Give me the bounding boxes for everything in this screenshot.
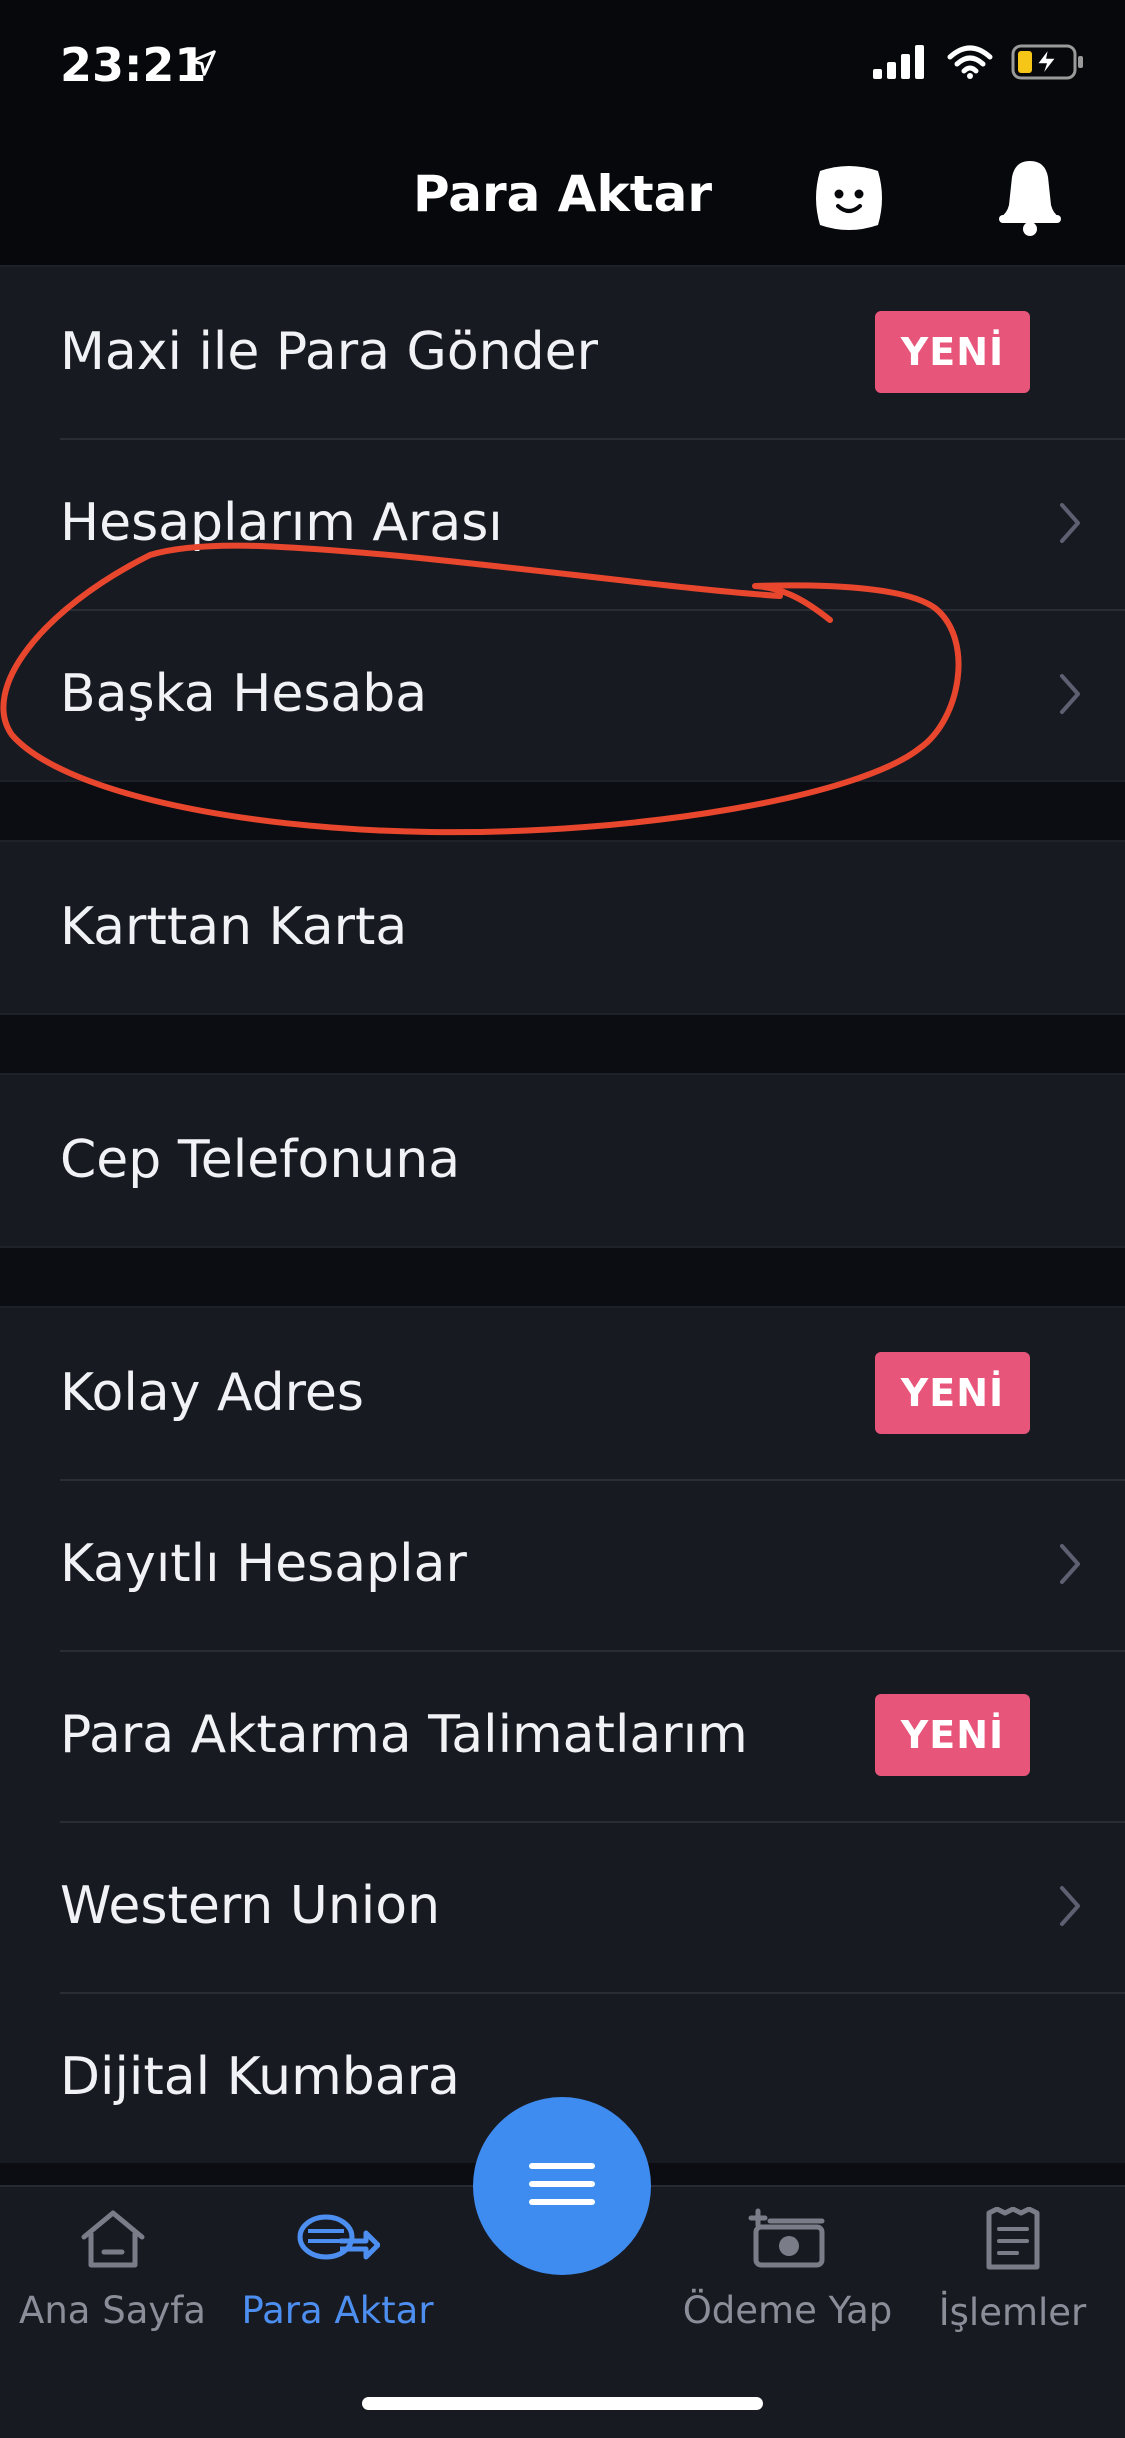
mascot-icon[interactable] <box>812 161 886 239</box>
home-icon <box>0 2207 225 2275</box>
list-item-transfer-orders[interactable]: Para Aktarma Talimatlarım YENİ <box>0 1650 1125 1821</box>
section-separator <box>0 1013 1125 1075</box>
nav-header: Para Aktar <box>0 135 1125 267</box>
status-time: 23:21 <box>60 38 207 92</box>
list-item-label: Kolay Adres <box>60 1363 364 1423</box>
transfer-icon <box>225 2207 450 2275</box>
home-indicator <box>362 2397 763 2410</box>
list-group: Karttan Karta <box>0 842 1125 1013</box>
wifi-icon <box>947 45 993 83</box>
location-arrow-icon <box>188 48 218 82</box>
page-title: Para Aktar <box>412 165 713 223</box>
tab-islemler[interactable]: İşlemler <box>900 2206 1125 2334</box>
status-bar: 23:21 <box>0 0 1125 135</box>
new-badge: YENİ <box>875 1694 1030 1776</box>
menu-icon <box>527 2159 597 2213</box>
tab-label: İşlemler <box>938 2291 1087 2334</box>
list-item-label: Maxi ile Para Gönder <box>60 322 599 382</box>
list-item-another-account[interactable]: Başka Hesaba <box>0 609 1125 780</box>
list-group: Maxi ile Para Gönder YENİ Hesaplarım Ara… <box>0 267 1125 780</box>
list-item-saved-accounts[interactable]: Kayıtlı Hesaplar <box>0 1479 1125 1650</box>
section-separator <box>0 1246 1125 1308</box>
section-separator <box>0 780 1125 842</box>
list-group: Cep Telefonuna <box>0 1075 1125 1246</box>
list-item-label: Hesaplarım Arası <box>60 493 503 553</box>
list-item-label: Kayıtlı Hesaplar <box>60 1534 467 1594</box>
new-badge: YENİ <box>875 311 1030 393</box>
signal-icon <box>873 45 929 83</box>
transfer-options-list: Maxi ile Para Gönder YENİ Hesaplarım Ara… <box>0 267 1125 2163</box>
status-indicators <box>873 44 1085 84</box>
list-item-western-union[interactable]: Western Union <box>0 1821 1125 1992</box>
tab-para-aktar[interactable]: Para Aktar <box>225 2207 450 2332</box>
tab-home[interactable]: Ana Sayfa <box>0 2207 225 2332</box>
list-item-maxi-transfer[interactable]: Maxi ile Para Gönder YENİ <box>0 267 1125 438</box>
list-item-to-mobile-phone[interactable]: Cep Telefonuna <box>0 1075 1125 1246</box>
chevron-right-icon <box>1057 1541 1083 1591</box>
list-group: Kolay Adres YENİ Kayıtlı Hesaplar Para A… <box>0 1308 1125 2163</box>
chevron-right-icon <box>1057 1883 1083 1933</box>
tab-odeme-yap[interactable]: Ödeme Yap <box>675 2207 900 2332</box>
list-item-label: Cep Telefonuna <box>60 1130 461 1190</box>
list-item-easy-address[interactable]: Kolay Adres YENİ <box>0 1308 1125 1479</box>
list-item-card-to-card[interactable]: Karttan Karta <box>0 842 1125 1013</box>
menu-fab-button[interactable] <box>473 2097 651 2275</box>
chevron-right-icon <box>1057 500 1083 550</box>
tab-label: Para Aktar <box>241 2289 434 2332</box>
list-item-label: Dijital Kumbara <box>60 2047 460 2107</box>
chevron-right-icon <box>1057 671 1083 721</box>
payment-icon <box>675 2207 900 2275</box>
battery-charging-icon <box>1011 44 1085 84</box>
new-badge: YENİ <box>875 1352 1030 1434</box>
tab-label: Ödeme Yap <box>682 2289 893 2332</box>
list-item-between-my-accounts[interactable]: Hesaplarım Arası <box>0 438 1125 609</box>
list-item-label: Karttan Karta <box>60 897 408 957</box>
receipt-icon <box>900 2206 1125 2277</box>
list-item-label: Para Aktarma Talimatlarım <box>60 1705 748 1765</box>
list-item-label: Başka Hesaba <box>60 664 428 724</box>
notification-bell-icon[interactable] <box>995 157 1065 241</box>
list-item-label: Western Union <box>60 1876 441 1936</box>
tab-label: Ana Sayfa <box>19 2289 206 2332</box>
